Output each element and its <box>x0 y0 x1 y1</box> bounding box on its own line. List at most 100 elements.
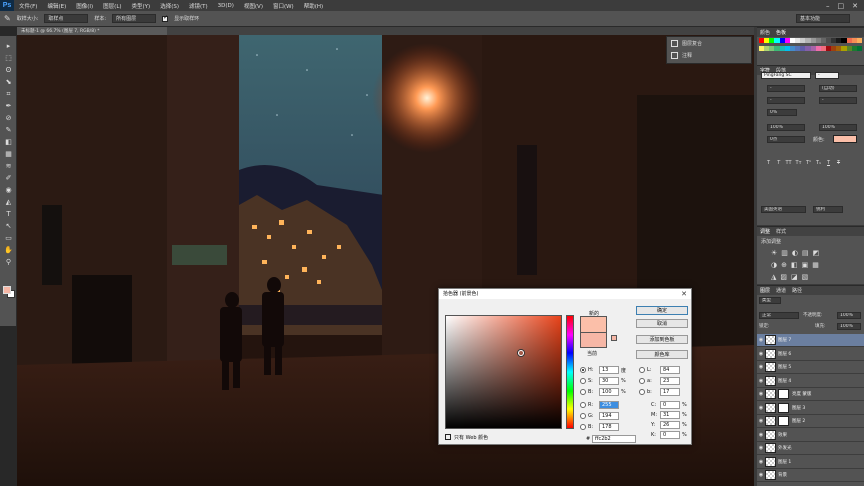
layer-row[interactable]: ◉ 图层 6 <box>757 347 864 361</box>
text-color-swatch[interactable] <box>833 135 857 143</box>
layer-filter-select[interactable]: 类型 <box>759 297 781 304</box>
swatch[interactable] <box>856 46 862 51</box>
visibility-eye-icon[interactable]: ◉ <box>757 351 765 357</box>
hue-radio[interactable] <box>580 367 586 373</box>
tab-channels[interactable]: 通道 <box>776 287 786 294</box>
close-button[interactable]: ✕ <box>852 2 858 10</box>
superscript-button[interactable]: T¹ <box>805 160 812 167</box>
tab-layers[interactable]: 图层 <box>760 287 770 294</box>
hue-slider[interactable] <box>566 315 574 429</box>
show-ring-checkbox[interactable] <box>162 14 168 22</box>
faux-bold-button[interactable]: T <box>765 160 772 167</box>
fill-field[interactable]: 100% <box>837 323 861 330</box>
tool-0-icon[interactable]: ▸ <box>3 42 14 51</box>
foreground-color-swatch[interactable] <box>3 286 11 294</box>
saturation-brightness-field[interactable] <box>445 315 562 429</box>
tool-9-icon[interactable]: ▦ <box>3 150 14 159</box>
tool-1-icon[interactable]: ⬚ <box>3 54 14 63</box>
tool-12-icon[interactable]: ◉ <box>3 186 14 195</box>
menu-view[interactable]: 视图(V) <box>239 2 268 10</box>
tool-7-icon[interactable]: ✎ <box>3 126 14 135</box>
visibility-eye-icon[interactable]: ◉ <box>757 378 765 384</box>
hue-input[interactable]: 13 <box>599 366 619 374</box>
sample-select[interactable]: 所有图层 <box>112 14 157 23</box>
layer-row[interactable]: ◉ 亮度 蒙版 <box>757 388 864 401</box>
green-radio[interactable] <box>580 413 586 419</box>
language-select[interactable]: 美国英语 <box>761 206 806 213</box>
layer-row[interactable]: ◉ 背景 <box>757 469 864 482</box>
saturation-radio[interactable] <box>580 378 586 384</box>
red-input[interactable]: 255 <box>599 401 619 409</box>
current-color-swatch[interactable] <box>580 332 607 348</box>
web-colors-only-checkbox[interactable] <box>445 434 451 440</box>
lab-l-radio[interactable] <box>639 367 645 373</box>
green-input[interactable]: 194 <box>599 412 619 420</box>
all-caps-button[interactable]: TT <box>785 160 792 167</box>
adjustment-icons-row2[interactable]: ◑⊕◧▣▦ <box>771 261 823 269</box>
color-libraries-button[interactable]: 颜色库 <box>636 350 688 359</box>
tab-swatches[interactable]: 色板 <box>776 29 786 36</box>
faux-italic-button[interactable]: T <box>775 160 782 167</box>
cyan-input[interactable]: 0 <box>660 401 680 409</box>
menu-help[interactable]: 帮助(H) <box>299 2 328 10</box>
layer-row[interactable]: ◉ 外发光 <box>757 442 864 455</box>
lab-l-input[interactable]: 84 <box>660 366 680 374</box>
strikethrough-button[interactable]: T <box>835 160 842 167</box>
menu-window[interactable]: 窗口(W) <box>268 2 299 10</box>
subscript-button[interactable]: T₁ <box>815 160 822 167</box>
ok-button[interactable]: 确定 <box>636 306 688 315</box>
visibility-eye-icon[interactable]: ◉ <box>757 459 765 465</box>
menu-file[interactable]: 文件(F) <box>14 2 42 10</box>
tool-11-icon[interactable]: ✐ <box>3 174 14 183</box>
visibility-eye-icon[interactable]: ◉ <box>757 472 765 478</box>
vertical-scale-field[interactable]: 100% <box>767 124 805 131</box>
visibility-eye-icon[interactable]: ◉ <box>757 337 765 343</box>
layer-row[interactable]: ◉ 效果 <box>757 428 864 442</box>
tool-3-icon[interactable]: ⬊ <box>3 78 14 87</box>
lab-a-input[interactable]: 23 <box>660 377 680 385</box>
adjustment-icons-row3[interactable]: ◮▨◪▧ <box>771 273 812 281</box>
red-radio[interactable] <box>580 402 586 408</box>
tool-8-icon[interactable]: ◧ <box>3 138 14 147</box>
font-family-select[interactable]: PingFang SC <box>761 72 811 79</box>
tool-6-icon[interactable]: ⊘ <box>3 114 14 123</box>
antialias-select[interactable]: 锐利 <box>813 206 843 213</box>
opacity-field[interactable]: 100% <box>837 312 861 319</box>
lab-b-input[interactable]: 17 <box>660 388 680 396</box>
tool-10-icon[interactable]: ≋ <box>3 162 14 171</box>
color-cursor[interactable] <box>518 350 524 356</box>
layer-row[interactable]: ◉ 图层 3 <box>757 401 864 415</box>
layer-comps-row[interactable]: 图层复合 <box>667 37 751 49</box>
visibility-eye-icon[interactable]: ◉ <box>757 391 765 397</box>
workspace-select[interactable]: 基本功能 <box>796 14 850 23</box>
layer-mask-thumbnail[interactable] <box>778 416 789 426</box>
tool-4-icon[interactable]: ⌗ <box>3 90 14 99</box>
tool-13-icon[interactable]: ◭ <box>3 198 14 207</box>
visibility-eye-icon[interactable]: ◉ <box>757 405 765 411</box>
small-caps-button[interactable]: Tт <box>795 160 802 167</box>
tool-14-icon[interactable]: T <box>3 210 14 219</box>
layer-row[interactable]: ◉ 图层 4 <box>757 374 864 388</box>
scale-field[interactable]: 0% <box>767 109 797 116</box>
cancel-button[interactable]: 取消 <box>636 319 688 328</box>
saturation-input[interactable]: 30 <box>599 377 619 385</box>
menu-type[interactable]: 类型(Y) <box>127 2 156 10</box>
document-tab[interactable]: 未标题-1 @ 66.7% (图层 7, RGB/8) * <box>17 27 167 35</box>
hex-input[interactable]: ffc2b2 <box>592 435 636 443</box>
tool-2-icon[interactable]: ʘ <box>3 66 14 75</box>
menu-filter[interactable]: 滤镜(T) <box>184 2 213 10</box>
blue-input[interactable]: 178 <box>599 423 619 431</box>
baseline-shift-field[interactable]: 0点 <box>767 136 805 143</box>
layer-mask-thumbnail[interactable] <box>778 402 789 413</box>
tab-styles[interactable]: 样式 <box>776 228 786 235</box>
black-input[interactable]: 0 <box>660 431 680 439</box>
underline-button[interactable]: T <box>825 160 832 167</box>
close-icon[interactable]: ✕ <box>681 289 687 299</box>
tool-18-icon[interactable]: ⚲ <box>3 258 14 267</box>
tool-15-icon[interactable]: ↖ <box>3 222 14 231</box>
maximize-button[interactable]: □ <box>838 2 845 10</box>
blue-radio[interactable] <box>580 424 586 430</box>
layer-row[interactable]: ◉ 图层 2 <box>757 415 864 428</box>
layer-row[interactable]: ◉ 图层 5 <box>757 361 864 374</box>
web-safe-warning-icon[interactable] <box>611 335 617 341</box>
